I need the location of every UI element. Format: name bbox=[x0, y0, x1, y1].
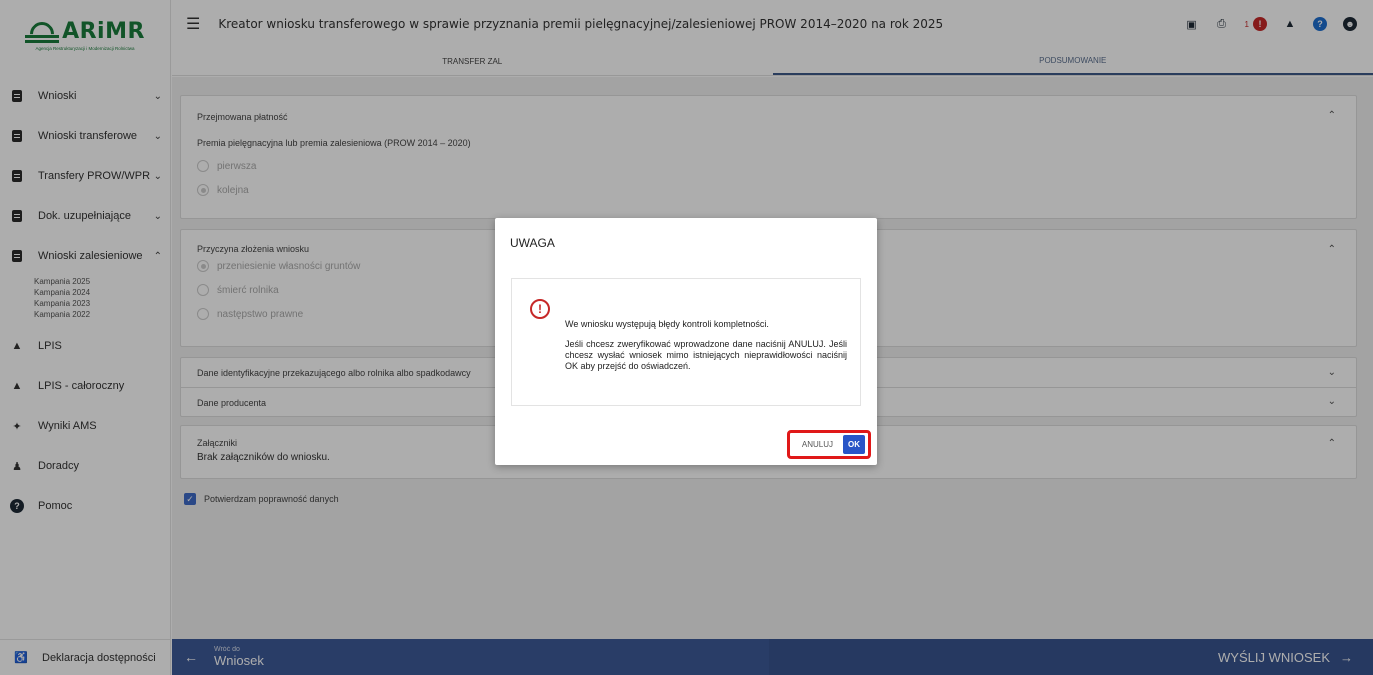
cancel-button[interactable]: ANULUJ bbox=[798, 438, 837, 451]
dialog-title: UWAGA bbox=[510, 236, 555, 250]
ok-button[interactable]: OK bbox=[843, 435, 865, 454]
dialog-message-1: We wniosku występują błędy kontroli komp… bbox=[565, 319, 769, 329]
dialog-actions: ANULUJ OK bbox=[786, 430, 871, 459]
dialog-message-2: Jeśli chcesz zweryfikować wprowadzone da… bbox=[565, 339, 847, 371]
warning-dialog: UWAGA ! We wniosku występują błędy kontr… bbox=[495, 218, 877, 465]
exclamation-icon: ! bbox=[530, 299, 550, 319]
dialog-message-box: ! We wniosku występują błędy kontroli ko… bbox=[511, 278, 861, 406]
